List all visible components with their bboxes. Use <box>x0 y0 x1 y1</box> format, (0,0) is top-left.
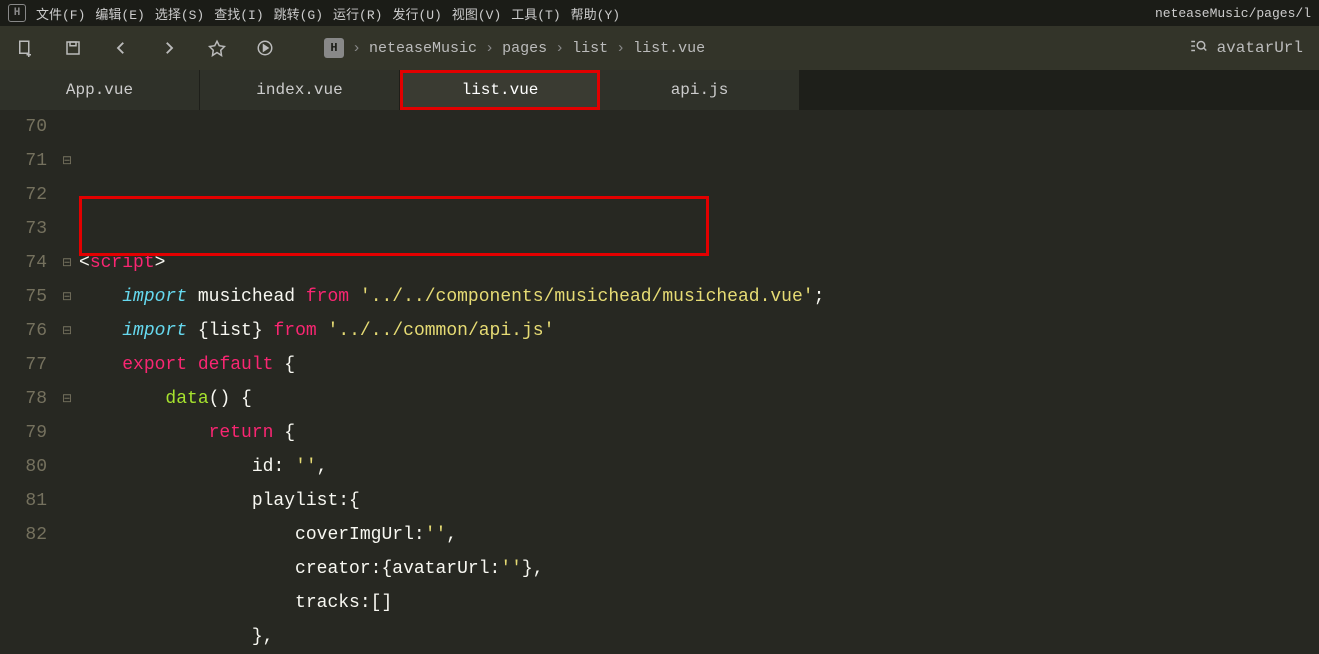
tab-list-vue[interactable]: list.vue <box>400 70 600 110</box>
save-icon[interactable] <box>64 39 82 57</box>
fold-toggle-icon <box>55 416 79 450</box>
line-number: 80 <box>0 450 47 484</box>
chevron-right-icon: › <box>616 40 625 57</box>
fold-toggle-icon[interactable]: ⊟ <box>55 314 79 348</box>
search-text[interactable]: avatarUrl <box>1217 39 1303 57</box>
code-line[interactable]: import {list} from '../../common/api.js' <box>79 314 1319 348</box>
code-line[interactable]: tracks:[] <box>79 586 1319 620</box>
breadcrumb: H › neteaseMusic › pages › list › list.v… <box>324 38 705 58</box>
project-path: neteaseMusic/pages/l <box>1155 6 1311 21</box>
line-number: 81 <box>0 484 47 518</box>
code-line[interactable]: creator:{avatarUrl:''}, <box>79 552 1319 586</box>
line-number: 70 <box>0 110 47 144</box>
line-number: 78 <box>0 382 47 416</box>
line-number: 74 <box>0 246 47 280</box>
tab-app-vue[interactable]: App.vue <box>0 70 200 110</box>
star-icon[interactable] <box>208 39 226 57</box>
menu-find[interactable]: 查找(I) <box>214 4 263 23</box>
menubar: H 文件(F) 编辑(E) 选择(S) 查找(I) 跳转(G) 运行(R) 发行… <box>0 0 1319 26</box>
new-file-icon[interactable] <box>16 39 34 57</box>
line-number: 72 <box>0 178 47 212</box>
line-number: 73 <box>0 212 47 246</box>
code-line[interactable]: coverImgUrl:'', <box>79 518 1319 552</box>
fold-toggle-icon[interactable]: ⊟ <box>55 382 79 416</box>
chevron-right-icon: › <box>555 40 564 57</box>
editor[interactable]: 70717273747576777879808182 ⊟⊟⊟⊟⊟ <script… <box>0 110 1319 561</box>
fold-column: ⊟⊟⊟⊟⊟ <box>55 110 79 561</box>
code-line[interactable]: export default { <box>79 348 1319 382</box>
menu-file[interactable]: 文件(F) <box>36 4 85 23</box>
fold-toggle-icon[interactable]: ⊟ <box>55 246 79 280</box>
nav-back-icon[interactable] <box>112 39 130 57</box>
line-number: 71 <box>0 144 47 178</box>
fold-toggle-icon <box>55 178 79 212</box>
run-icon[interactable] <box>256 39 274 57</box>
nav-forward-icon[interactable] <box>160 39 178 57</box>
crumb-folder[interactable]: pages <box>502 40 547 57</box>
menu-edit[interactable]: 编辑(E) <box>95 4 144 23</box>
chevron-right-icon: › <box>352 40 361 57</box>
crumb-subfolder[interactable]: list <box>572 40 608 57</box>
crumb-file[interactable]: list.vue <box>633 40 705 57</box>
tab-api-js[interactable]: api.js <box>600 70 800 110</box>
tab-index-vue[interactable]: index.vue <box>200 70 400 110</box>
menu-run[interactable]: 运行(R) <box>333 4 382 23</box>
menu-help[interactable]: 帮助(Y) <box>571 4 620 23</box>
fold-toggle-icon <box>55 110 79 144</box>
code-line[interactable]: id: '', <box>79 450 1319 484</box>
line-number: 75 <box>0 280 47 314</box>
menu-publish[interactable]: 发行(U) <box>392 4 441 23</box>
menu-goto[interactable]: 跳转(G) <box>274 4 323 23</box>
line-number: 76 <box>0 314 47 348</box>
tabs: App.vue index.vue list.vue api.js <box>0 70 1319 110</box>
line-number: 82 <box>0 518 47 552</box>
search-icon[interactable] <box>1189 37 1207 60</box>
code-line[interactable]: playlist:{ <box>79 484 1319 518</box>
fold-toggle-icon <box>55 518 79 552</box>
line-gutter: 70717273747576777879808182 <box>0 110 55 561</box>
menu-view[interactable]: 视图(V) <box>452 4 501 23</box>
menu-tools[interactable]: 工具(T) <box>511 4 560 23</box>
toolbar: H › neteaseMusic › pages › list › list.v… <box>0 26 1319 70</box>
code-line[interactable]: return { <box>79 416 1319 450</box>
crumb-logo-icon: H <box>324 38 344 58</box>
crumb-project[interactable]: neteaseMusic <box>369 40 477 57</box>
fold-toggle-icon <box>55 450 79 484</box>
search-area: avatarUrl <box>1189 37 1303 60</box>
code-area[interactable]: <script> import musichead from '../../co… <box>79 110 1319 561</box>
fold-toggle-icon <box>55 484 79 518</box>
app-logo-icon: H <box>8 4 26 22</box>
fold-toggle-icon <box>55 212 79 246</box>
line-number: 79 <box>0 416 47 450</box>
code-line[interactable]: }, <box>79 620 1319 654</box>
code-line[interactable]: <script> <box>79 246 1319 280</box>
fold-toggle-icon[interactable]: ⊟ <box>55 144 79 178</box>
line-number: 77 <box>0 348 47 382</box>
code-line[interactable]: data() { <box>79 382 1319 416</box>
code-line[interactable] <box>79 212 1319 246</box>
chevron-right-icon: › <box>485 40 494 57</box>
code-line[interactable]: import musichead from '../../components/… <box>79 280 1319 314</box>
menu-select[interactable]: 选择(S) <box>155 4 204 23</box>
fold-toggle-icon <box>55 348 79 382</box>
fold-toggle-icon[interactable]: ⊟ <box>55 280 79 314</box>
